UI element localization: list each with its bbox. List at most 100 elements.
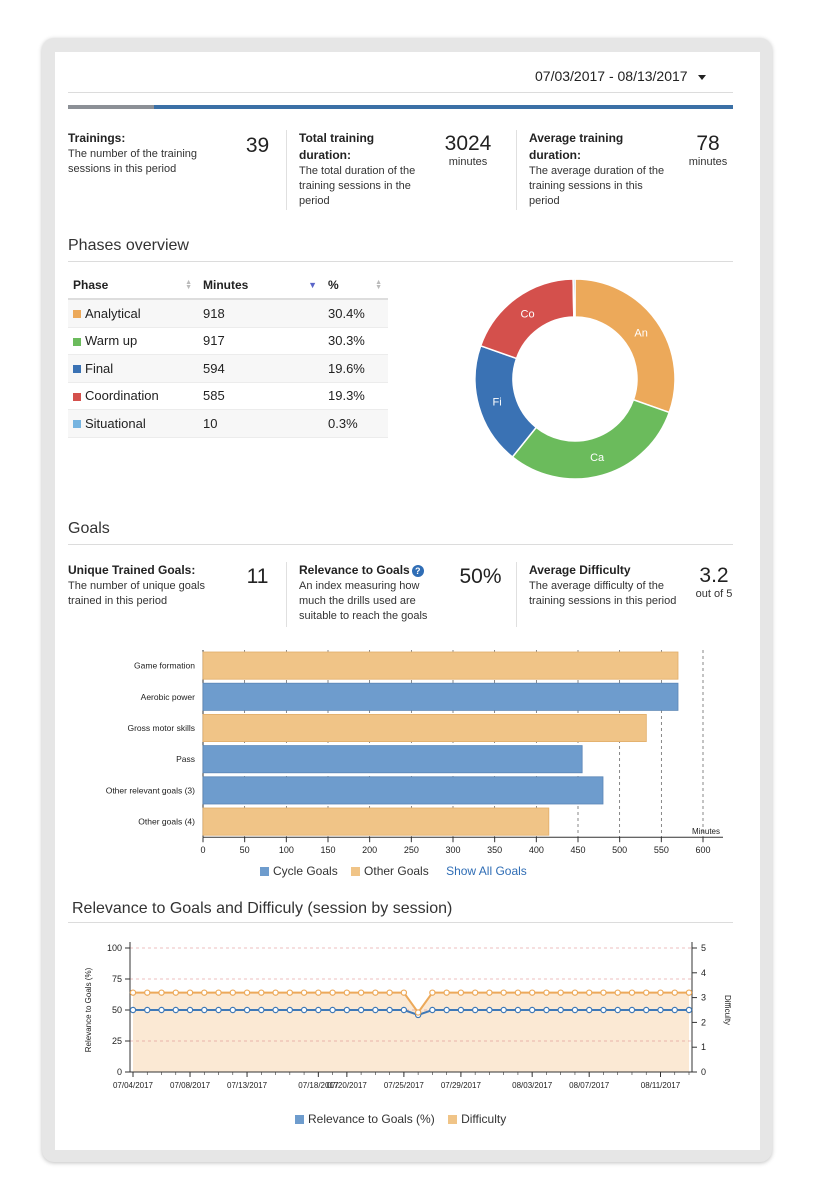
y2-tick-label: 5 bbox=[701, 943, 706, 953]
column-header-percent[interactable]: % ▲ ▼ bbox=[323, 272, 388, 300]
bar bbox=[202, 745, 583, 774]
data-point bbox=[144, 1006, 151, 1014]
legend-swatch-icon bbox=[351, 867, 361, 877]
data-point bbox=[471, 1006, 479, 1014]
cell-percent: 30.4% bbox=[323, 299, 388, 328]
stat-title: Total training duration: bbox=[299, 131, 375, 162]
legend-label: Relevance to Goals (%) bbox=[308, 1112, 435, 1126]
cell-minutes: 594 bbox=[198, 354, 323, 383]
data-point bbox=[400, 989, 408, 996]
stat-unit: out of 5 bbox=[695, 588, 733, 600]
data-point bbox=[186, 1006, 194, 1014]
x-tick-label: 350 bbox=[487, 845, 502, 855]
legend-item-cycle[interactable]: Cycle Goals bbox=[260, 864, 338, 878]
column-header-phase[interactable]: Phase ▲ ▼ bbox=[68, 272, 198, 300]
data-point bbox=[685, 989, 693, 996]
data-point bbox=[514, 989, 522, 996]
data-point bbox=[215, 989, 222, 996]
phase-label: Final bbox=[85, 360, 114, 376]
stat-title: Relevance to Goals bbox=[299, 563, 410, 577]
donut-slice-label: Ca bbox=[590, 452, 605, 464]
legend-item-difficulty[interactable]: Difficulty bbox=[448, 1112, 506, 1126]
swatch-icon bbox=[73, 337, 81, 346]
x-tick-label: 150 bbox=[320, 845, 335, 855]
legend-swatch-icon bbox=[295, 1115, 304, 1125]
cell-percent: 19.3% bbox=[323, 382, 388, 410]
data-point bbox=[557, 1006, 564, 1014]
legend-label: Cycle Goals bbox=[273, 864, 338, 878]
phases-donut-chart: An Ca Fi Co bbox=[474, 278, 676, 480]
data-point bbox=[386, 1006, 393, 1014]
data-point bbox=[343, 1006, 351, 1014]
data-point bbox=[671, 989, 678, 996]
stat-title-wrap: Relevance to Goals? bbox=[299, 562, 449, 579]
stat-title: Average training duration: bbox=[529, 131, 624, 162]
date-range-selector[interactable]: 07/03/2017 - 08/13/2017 bbox=[535, 68, 706, 84]
sort-icon: ▲ ▼ bbox=[375, 279, 382, 291]
swatch-icon bbox=[73, 365, 81, 374]
x-tick-label: 08/07/2017 bbox=[569, 1081, 610, 1090]
show-all-goals-link[interactable]: Show All Goals bbox=[446, 864, 527, 878]
x-tick-label: 0 bbox=[200, 845, 205, 855]
data-point bbox=[657, 1006, 664, 1014]
data-point bbox=[315, 1006, 322, 1014]
data-point bbox=[586, 989, 593, 996]
data-point bbox=[429, 989, 436, 996]
data-point bbox=[443, 989, 450, 996]
data-point bbox=[486, 1006, 493, 1014]
table-row: Analytical 918 30.4% bbox=[68, 299, 388, 328]
data-point bbox=[201, 989, 208, 996]
y-tick-label: 0 bbox=[117, 1067, 122, 1077]
stat-value-block: 78 minutes bbox=[679, 132, 737, 168]
data-point bbox=[471, 989, 479, 996]
data-point bbox=[215, 1006, 222, 1014]
caret-down-icon bbox=[697, 74, 706, 80]
data-point bbox=[272, 1006, 279, 1014]
stat-trainings: Trainings: The number of the training se… bbox=[68, 130, 218, 177]
legend-item-other[interactable]: Other Goals bbox=[351, 864, 429, 878]
bar bbox=[202, 807, 550, 836]
column-header-minutes[interactable]: Minutes ▼ bbox=[198, 272, 323, 300]
y-tick-label: 25 bbox=[112, 1036, 122, 1046]
data-point bbox=[571, 989, 579, 996]
phase-label: Situational bbox=[85, 415, 146, 431]
y-tick-label: 50 bbox=[112, 1005, 122, 1015]
difficulty-area bbox=[133, 992, 689, 1072]
data-point bbox=[528, 989, 536, 996]
help-icon[interactable]: ? bbox=[411, 564, 424, 577]
cell-percent: 30.3% bbox=[323, 327, 388, 355]
stat-desc: The number of the training sessions in t… bbox=[68, 148, 198, 175]
x-tick-label: 200 bbox=[362, 845, 377, 855]
date-range-label: 07/03/2017 - 08/13/2017 bbox=[535, 68, 688, 84]
donut-slice-label: Co bbox=[521, 308, 535, 320]
data-point bbox=[514, 1006, 522, 1014]
cell-phase: Coordination bbox=[68, 382, 198, 410]
stat-value-block: 3.2 out of 5 bbox=[689, 564, 739, 600]
data-point bbox=[357, 989, 365, 996]
data-point bbox=[129, 1006, 137, 1014]
stat-average-duration: Average training duration: The average d… bbox=[529, 130, 674, 209]
legend-item-relevance[interactable]: Relevance to Goals (%) bbox=[295, 1112, 435, 1126]
data-point bbox=[329, 1006, 336, 1014]
y2-tick-label: 0 bbox=[701, 1067, 706, 1077]
separator bbox=[516, 130, 517, 210]
x-tick-label: 600 bbox=[695, 845, 710, 855]
data-point bbox=[443, 1006, 450, 1014]
donut-slice-label: An bbox=[634, 327, 647, 339]
data-point bbox=[272, 989, 279, 996]
cell-phase: Analytical bbox=[68, 299, 198, 328]
stat-desc: The average difficulty of the training s… bbox=[529, 580, 677, 607]
data-point bbox=[500, 989, 507, 996]
data-point bbox=[400, 1006, 408, 1014]
data-point bbox=[300, 989, 308, 996]
header-label: Minutes bbox=[203, 278, 249, 292]
cell-minutes: 585 bbox=[198, 382, 323, 410]
x-tick-label: 550 bbox=[654, 845, 669, 855]
sort-desc-icon: ▼ bbox=[308, 280, 317, 290]
y-tick-label: 100 bbox=[107, 943, 122, 953]
sort-icon: ▲ ▼ bbox=[185, 279, 192, 291]
data-point bbox=[685, 1006, 693, 1014]
category-label: Pass bbox=[176, 754, 195, 764]
section-title-goals: Goals bbox=[68, 520, 110, 537]
category-label: Other relevant goals (3) bbox=[106, 785, 195, 795]
